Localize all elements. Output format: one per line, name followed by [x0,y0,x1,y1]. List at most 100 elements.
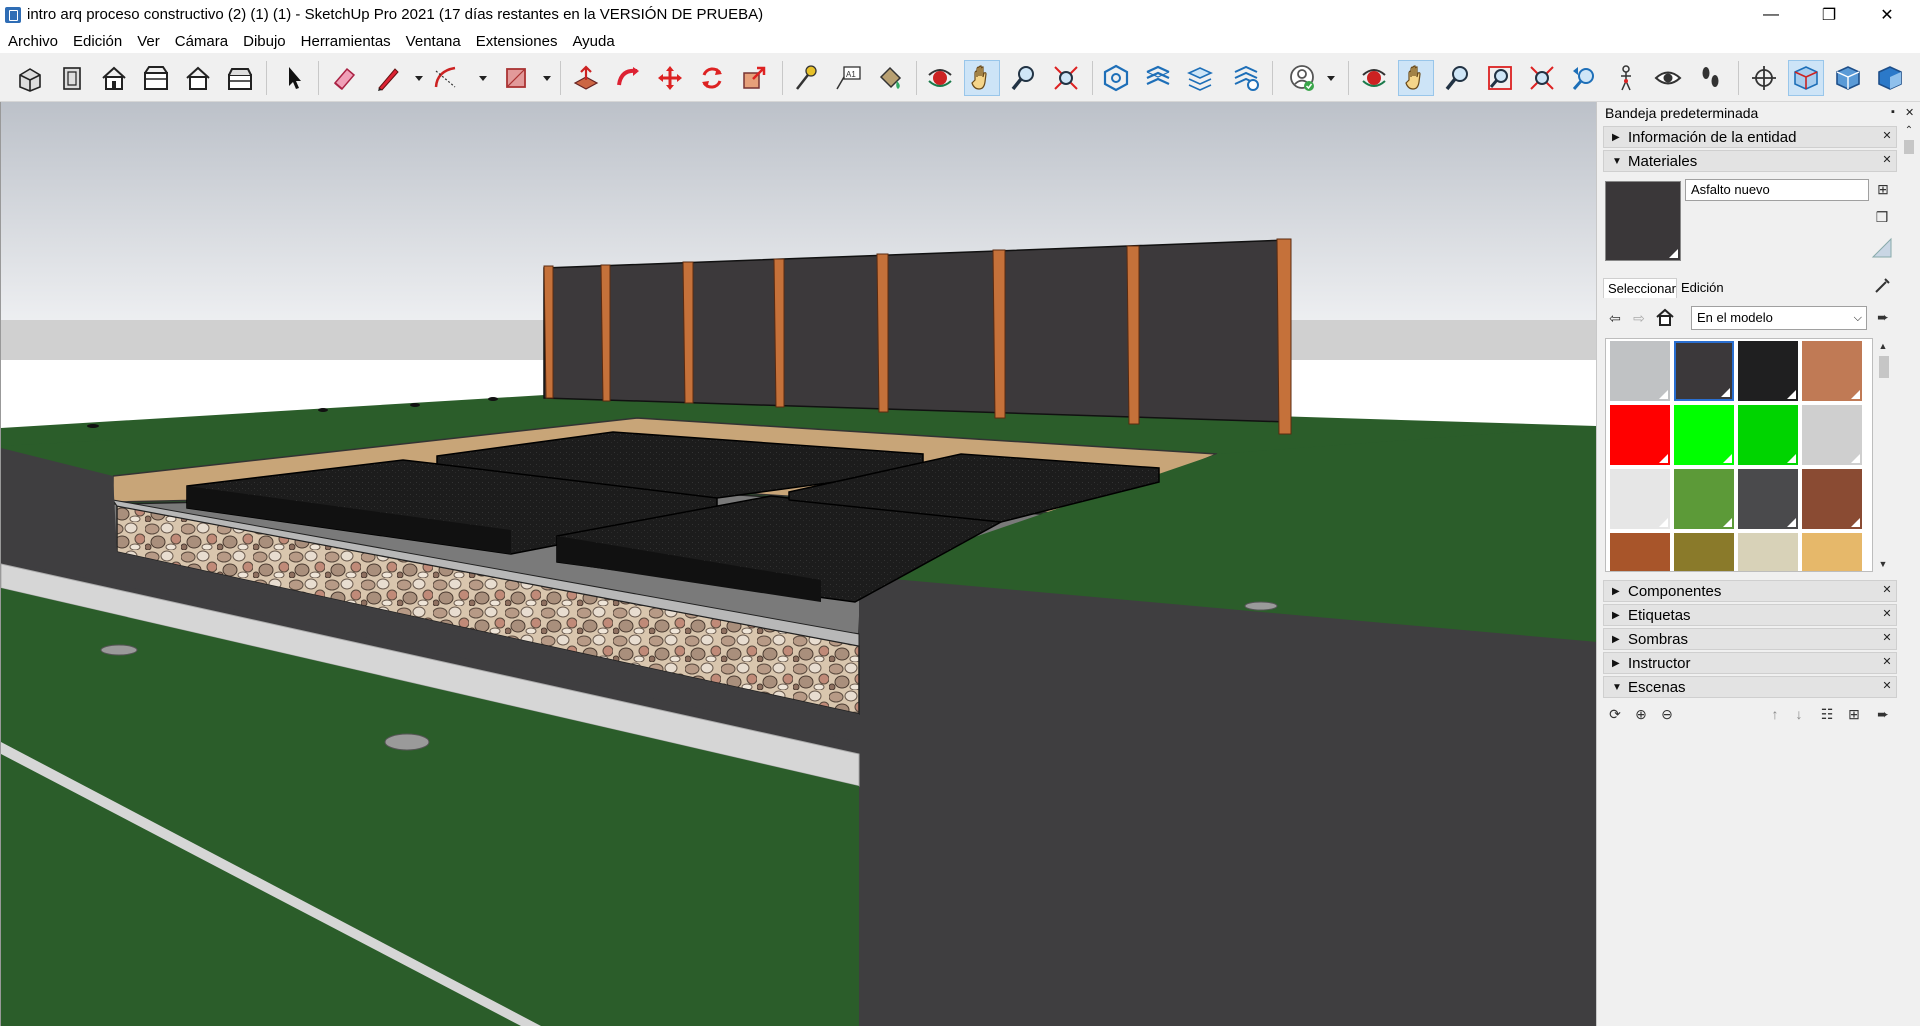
scroll-up-icon[interactable]: ▲ [1877,340,1889,352]
material-swatch[interactable] [1738,405,1798,465]
material-swatch[interactable] [1738,341,1798,401]
scroll-down-icon[interactable]: ▼ [1877,558,1889,570]
section-fill-icon[interactable] [1872,60,1908,96]
layout-send-icon[interactable] [1182,60,1218,96]
menu-camara[interactable]: Cámara [167,33,235,50]
extension-manager-icon[interactable] [1228,60,1264,96]
panel-escenas[interactable]: ▼ Escenas ✕ [1603,676,1897,698]
panel-entity-info[interactable]: ▶ Información de la entidad ✕ [1603,126,1897,148]
material-preview-swatch[interactable] [1605,181,1681,261]
material-swatch[interactable] [1610,405,1670,465]
material-swatch[interactable] [1674,469,1734,529]
left-view-icon[interactable] [222,60,258,96]
material-swatch[interactable] [1802,533,1862,571]
panel-etiquetas[interactable]: ▶ Etiquetas ✕ [1603,604,1897,626]
view-options-icon[interactable]: ☷ [1815,704,1839,724]
default-material-cube-icon[interactable]: ❒ [1871,206,1893,228]
eyedropper-icon[interactable] [1873,274,1893,296]
restore-button[interactable]: ❐ [1806,0,1852,29]
close-icon[interactable]: ✕ [1880,656,1894,670]
close-icon[interactable]: ✕ [1880,608,1894,622]
material-swatch[interactable] [1674,405,1734,465]
close-icon[interactable]: ✕ [1880,130,1894,144]
close-icon[interactable]: ✕ [1880,154,1894,168]
eraser-icon[interactable] [326,60,362,96]
iso-view-icon[interactable] [12,60,48,96]
material-swatch[interactable] [1610,533,1670,571]
orbit-icon[interactable] [922,60,958,96]
arc-icon[interactable] [428,60,464,96]
tray-scroll-thumb[interactable] [1904,140,1914,154]
orbit-icon-2[interactable] [1356,60,1392,96]
back-view-icon[interactable] [180,60,216,96]
menu-ayuda[interactable]: Ayuda [564,33,621,50]
details-arrow-icon[interactable]: ➨ [1873,306,1893,328]
extension-warehouse-icon[interactable] [1140,60,1176,96]
material-swatch[interactable] [1610,341,1670,401]
front-view-icon[interactable] [96,60,132,96]
material-swatch[interactable] [1802,341,1862,401]
menu-extensiones[interactable]: Extensiones [468,33,565,50]
scenes-details-arrow-icon[interactable]: ➨ [1873,704,1893,724]
remove-scene-icon[interactable]: ⊖ [1657,704,1677,724]
tray-scrollbar[interactable]: ⌃ [1899,124,1919,1026]
panel-sombras[interactable]: ▶ Sombras ✕ [1603,628,1897,650]
tab-edicion[interactable]: Edición [1681,278,1724,298]
scale-icon[interactable] [736,60,772,96]
forward-arrow-icon[interactable]: ⇨ [1629,308,1649,328]
menu-ventana[interactable]: Ventana [398,33,468,50]
line-pencil-icon[interactable] [370,60,406,96]
material-swatch[interactable] [1802,405,1862,465]
show-details-icon[interactable]: ⊞ [1845,704,1863,724]
sample-paint-icon[interactable] [1871,236,1893,260]
scroll-up-icon[interactable]: ⌃ [1903,124,1915,136]
material-name-field[interactable]: Asfalto nuevo [1685,179,1869,201]
tape-measure-icon[interactable] [788,60,824,96]
home-icon[interactable] [1653,306,1677,328]
tray-pin-icon[interactable]: ▪ [1891,106,1895,118]
create-material-icon[interactable]: ⊞ [1875,180,1891,198]
rectangle-icon[interactable] [498,60,534,96]
material-library-select[interactable]: En el modelo ⌵ [1691,306,1867,330]
menu-ver[interactable]: Ver [129,33,167,50]
move-down-icon[interactable]: ↓ [1791,704,1807,724]
section-plane-icon[interactable] [1788,60,1824,96]
look-around-eye-icon[interactable] [1650,60,1686,96]
pan-hand-icon[interactable] [964,60,1000,96]
close-icon[interactable]: ✕ [1880,680,1894,694]
warehouse-icon[interactable] [1098,60,1134,96]
refresh-icon[interactable]: ⟳ [1605,704,1625,724]
zoom-window-icon[interactable] [1482,60,1518,96]
follow-me-icon[interactable] [610,60,646,96]
tray-close-icon[interactable]: ✕ [1905,106,1914,119]
pan-hand-icon-2[interactable] [1398,60,1434,96]
zoom-icon[interactable] [1006,60,1042,96]
menu-archivo[interactable]: Archivo [0,33,65,50]
material-swatch[interactable] [1802,469,1862,529]
close-button[interactable]: ✕ [1864,0,1910,29]
walk-footprints-icon[interactable] [1692,60,1728,96]
move-up-icon[interactable]: ↑ [1767,704,1783,724]
minimize-button[interactable]: — [1748,0,1794,29]
right-view-icon[interactable] [138,60,174,96]
add-scene-icon[interactable]: ⊕ [1631,704,1651,724]
previous-view-icon[interactable] [1566,60,1602,96]
material-swatch[interactable] [1610,469,1670,529]
material-swatch[interactable] [1738,533,1798,571]
top-view-icon[interactable] [54,60,90,96]
move-icon[interactable] [652,60,688,96]
back-arrow-icon[interactable]: ⇦ [1605,308,1625,328]
material-swatch[interactable] [1674,341,1734,401]
close-icon[interactable]: ✕ [1880,584,1894,598]
panel-materials[interactable]: ▼ Materiales ✕ [1603,150,1897,172]
zoom-icon-2[interactable] [1440,60,1476,96]
panel-instructor[interactable]: ▶ Instructor ✕ [1603,652,1897,674]
tab-seleccionar[interactable]: Seleccionar [1603,278,1677,298]
axes-icon[interactable] [1746,60,1782,96]
model-viewport[interactable] [0,102,1596,1026]
rotate-icon[interactable] [694,60,730,96]
swatch-scroll-thumb[interactable] [1879,356,1889,378]
close-icon[interactable]: ✕ [1880,632,1894,646]
text-label-icon[interactable]: A1 [830,60,866,96]
menu-dibujo[interactable]: Dibujo [235,33,293,50]
